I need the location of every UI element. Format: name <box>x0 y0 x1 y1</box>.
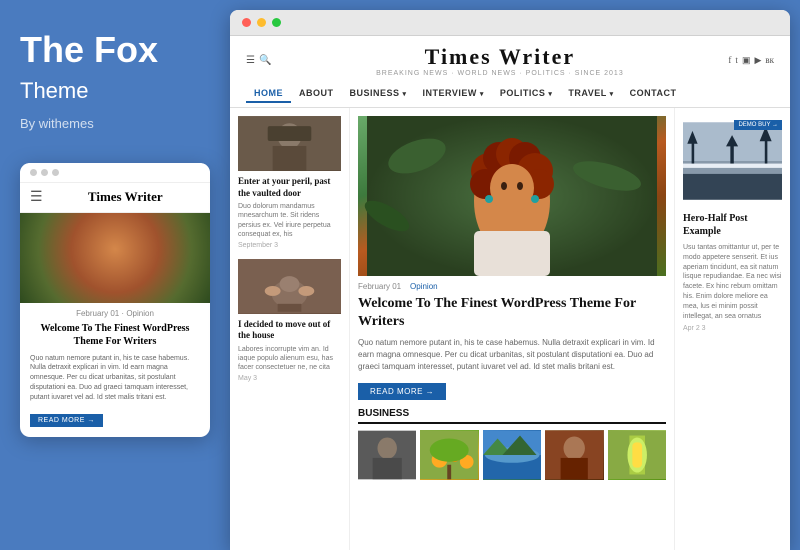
article-date-2: May 3 <box>238 375 341 382</box>
main-hero-image <box>358 116 666 276</box>
mobile-dot-1 <box>30 169 37 176</box>
list-item: I decided to move out of the house Labor… <box>238 259 341 383</box>
main-content-area: Enter at your peril, past the vaulted do… <box>230 108 790 550</box>
mobile-mockup: ☰ Times Writer February 01 <box>20 163 210 437</box>
business-thumb-5 <box>608 430 666 480</box>
article-date-1: September 3 <box>238 242 341 249</box>
nav-politics[interactable]: POLITICS ▾ <box>492 85 561 103</box>
nav-about[interactable]: ABOUT <box>291 85 342 103</box>
site-title-block: Times Writer BREAKING NEWS · WORLD NEWS … <box>271 44 728 77</box>
brand-title: The Fox <box>20 30 210 70</box>
hamburger-icon[interactable]: ☰ <box>30 189 43 206</box>
brand-subtitle: Theme <box>20 78 210 104</box>
right-article-date: Apr 2 3 <box>683 325 782 332</box>
instagram-icon[interactable]: ▣ <box>742 55 751 66</box>
vk-icon[interactable]: вк <box>765 55 774 66</box>
business-section: BUSINESS <box>358 408 666 480</box>
browser-chrome <box>230 10 790 36</box>
main-article-meta: February 01 Opinion <box>358 282 666 291</box>
brand-by: By withemes <box>20 116 210 131</box>
nav-travel[interactable]: TRAVEL ▾ <box>560 85 621 103</box>
browser-close-dot[interactable] <box>242 18 251 27</box>
mobile-header: ☰ Times Writer <box>20 183 210 213</box>
menu-icon[interactable]: ☰ <box>246 55 255 66</box>
mobile-top-bar <box>20 163 210 183</box>
site-social-icons: f t ▣ ▶ вк <box>728 55 774 66</box>
right-article-title: Hero-Half Post Example <box>683 212 782 238</box>
right-top-image: DEMO BUY → <box>683 116 782 206</box>
article-text-2: Labores incorrupte vim an. Id iaque popu… <box>238 345 341 372</box>
website-content: ☰ 🔍 Times Writer BREAKING NEWS · WORLD N… <box>230 36 790 550</box>
mobile-read-more-button[interactable]: READ MORE → <box>20 409 210 437</box>
mobile-site-title: Times Writer <box>51 189 200 205</box>
main-article-category: Opinion <box>410 282 438 291</box>
browser-minimize-dot[interactable] <box>257 18 266 27</box>
nav-home[interactable]: HOME <box>246 85 291 103</box>
nav-contact[interactable]: CONTACT <box>622 85 685 103</box>
center-column: February 01 Opinion Welcome To The Fines… <box>350 108 675 550</box>
site-tagline: BREAKING NEWS · WORLD NEWS · POLITICS · … <box>271 70 728 77</box>
right-column: DEMO BUY → Hero-Half Post Example Usu ta… <box>675 108 790 550</box>
nav-interview[interactable]: INTERVIEW ▾ <box>415 85 492 103</box>
main-article-date: February 01 <box>358 282 401 291</box>
article-text-1: Duo dolorum mandamus mnesarchum te. Sit … <box>238 202 341 238</box>
article-image-1 <box>238 116 341 171</box>
left-panel: The Fox Theme By withemes ☰ Times Writer <box>0 0 230 550</box>
browser-maximize-dot[interactable] <box>272 18 281 27</box>
mobile-hero-image <box>20 213 210 303</box>
article-title-2: I decided to move out of the house <box>238 319 341 342</box>
main-article-title: Welcome To The Finest WordPress Theme Fo… <box>358 295 666 331</box>
search-icon[interactable]: 🔍 <box>259 55 271 66</box>
site-header-left-icons: ☰ 🔍 <box>246 55 271 66</box>
youtube-icon[interactable]: ▶ <box>754 55 761 66</box>
mobile-article-meta: February 01 · Opinion <box>20 303 210 320</box>
site-header: ☰ 🔍 Times Writer BREAKING NEWS · WORLD N… <box>230 36 790 108</box>
browser-mockup: ☰ 🔍 Times Writer BREAKING NEWS · WORLD N… <box>230 10 790 550</box>
article-image-2 <box>238 259 341 314</box>
site-header-top: ☰ 🔍 Times Writer BREAKING NEWS · WORLD N… <box>246 44 774 77</box>
demo-badge[interactable]: DEMO BUY → <box>734 120 782 130</box>
mobile-article-title: Welcome To The Finest WordPress Theme Fo… <box>20 320 210 354</box>
business-thumb-4 <box>545 430 603 480</box>
facebook-icon[interactable]: f <box>728 55 731 66</box>
main-article-text: Quo natum nemore putant in, his te case … <box>358 337 666 373</box>
site-nav: HOME ABOUT BUSINESS ▾ INTERVIEW ▾ POLITI… <box>246 81 774 107</box>
nav-business[interactable]: BUSINESS ▾ <box>342 85 415 103</box>
business-section-title: BUSINESS <box>358 408 666 424</box>
business-grid <box>358 430 666 480</box>
twitter-icon[interactable]: t <box>735 55 738 66</box>
article-title-1: Enter at your peril, past the vaulted do… <box>238 176 341 199</box>
read-more-button[interactable]: READ MORE → <box>358 383 446 400</box>
mobile-dot-3 <box>52 169 59 176</box>
left-column: Enter at your peril, past the vaulted do… <box>230 108 350 550</box>
business-thumb-2 <box>420 430 478 480</box>
list-item: Enter at your peril, past the vaulted do… <box>238 116 341 249</box>
mobile-dot-2 <box>41 169 48 176</box>
business-thumb-3 <box>483 430 541 480</box>
right-article-text: Usu tantas omittantur ut, per te modo ap… <box>683 243 782 321</box>
business-thumb-1 <box>358 430 416 480</box>
mobile-article-text: Quo natum nemore putant in, his te case … <box>20 354 210 409</box>
site-title: Times Writer <box>271 44 728 70</box>
